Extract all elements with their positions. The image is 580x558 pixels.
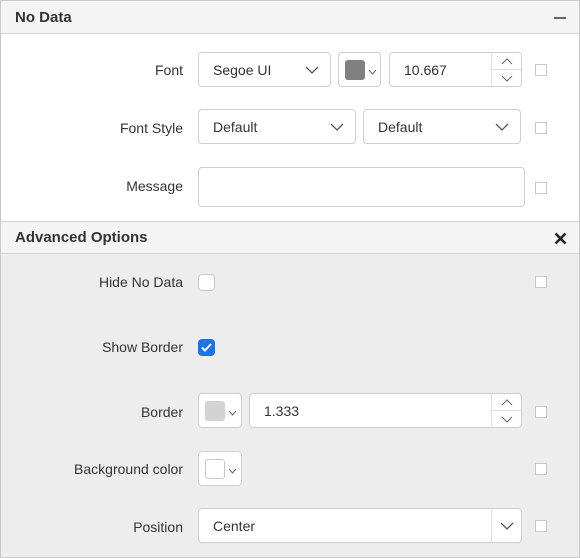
chevron-down-icon bbox=[492, 117, 512, 137]
border-width-stepper[interactable]: 1.333 bbox=[249, 393, 522, 428]
increment-icon[interactable] bbox=[492, 394, 521, 411]
border-override-checkbox[interactable] bbox=[535, 406, 547, 418]
decrement-icon[interactable] bbox=[492, 411, 521, 427]
decrement-icon[interactable] bbox=[492, 70, 521, 86]
advanced-options-header[interactable]: Advanced Options bbox=[1, 221, 579, 254]
chevron-down-icon bbox=[302, 60, 322, 80]
font-family-value: Segoe UI bbox=[213, 61, 272, 78]
show-border-label: Show Border bbox=[102, 339, 183, 355]
properties-panel: No Data Font Segoe UI 10.667 Font Style … bbox=[0, 0, 580, 558]
border-width-value: 1.333 bbox=[264, 402, 300, 419]
border-color-swatch bbox=[205, 400, 225, 421]
increment-icon[interactable] bbox=[492, 53, 521, 70]
hide-no-data-label: Hide No Data bbox=[98, 274, 183, 290]
chevron-down-icon bbox=[327, 117, 347, 137]
position-override-checkbox[interactable] bbox=[535, 520, 547, 532]
message-override-checkbox[interactable] bbox=[535, 182, 547, 194]
font-label: Font bbox=[154, 62, 183, 78]
font-color-picker[interactable] bbox=[338, 52, 381, 87]
hide-no-data-checkbox[interactable] bbox=[198, 274, 215, 291]
check-icon bbox=[201, 343, 212, 352]
close-icon[interactable] bbox=[554, 222, 567, 255]
background-color-swatch bbox=[205, 458, 225, 479]
no-data-title: No Data bbox=[15, 8, 72, 26]
collapse-icon[interactable] bbox=[553, 1, 567, 34]
font-override-checkbox[interactable] bbox=[535, 64, 547, 76]
position-label: Position bbox=[133, 519, 183, 535]
font-weight-dropdown[interactable]: Default bbox=[363, 109, 521, 144]
font-color-swatch bbox=[345, 59, 365, 80]
font-family-dropdown[interactable]: Segoe UI bbox=[198, 52, 331, 87]
hide-no-data-override-checkbox[interactable] bbox=[535, 276, 547, 288]
background-color-picker[interactable] bbox=[198, 451, 242, 486]
chevron-down-icon bbox=[368, 62, 377, 78]
advanced-options-title: Advanced Options bbox=[15, 229, 148, 246]
chevron-down-icon[interactable] bbox=[491, 509, 521, 542]
font-style-override-checkbox[interactable] bbox=[535, 122, 547, 134]
font-style-dropdown[interactable]: Default bbox=[198, 109, 356, 144]
background-color-label: Background color bbox=[74, 461, 183, 477]
no-data-header[interactable]: No Data bbox=[1, 1, 579, 34]
font-weight-value: Default bbox=[378, 118, 423, 135]
font-style-value: Default bbox=[213, 118, 258, 135]
position-value: Center bbox=[213, 517, 256, 534]
font-style-label: Font Style bbox=[119, 120, 183, 136]
border-color-picker[interactable] bbox=[198, 393, 242, 428]
message-label: Message bbox=[126, 178, 183, 194]
show-border-checkbox[interactable] bbox=[198, 339, 215, 356]
position-dropdown[interactable]: Center bbox=[198, 508, 522, 543]
background-color-override-checkbox[interactable] bbox=[535, 463, 547, 475]
chevron-down-icon bbox=[228, 461, 237, 477]
chevron-down-icon bbox=[228, 403, 237, 419]
message-input[interactable] bbox=[198, 167, 525, 207]
font-size-stepper[interactable]: 10.667 bbox=[389, 52, 522, 87]
border-label: Border bbox=[140, 404, 183, 420]
